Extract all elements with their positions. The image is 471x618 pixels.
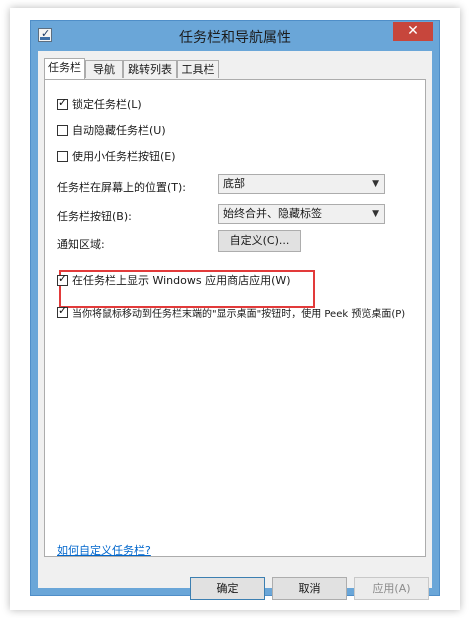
peek-checkbox[interactable]: ✓ 当你将鼠标移动到任务栏末端的"显示桌面"按钮时，使用 Peek 预览桌面(P…: [57, 304, 405, 320]
checkbox-box[interactable]: ✓: [57, 272, 68, 286]
tab-navigation[interactable]: 导航: [85, 60, 123, 78]
checkbox-box[interactable]: [57, 150, 68, 162]
checkbox-box[interactable]: ✓: [57, 96, 68, 110]
tab-jump-lists[interactable]: 跳转列表: [123, 60, 177, 78]
dialog-client: 任务栏 导航 跳转列表 工具栏 ✓ 锁定任务栏(L) 自动隐藏任务栏(U) 使用…: [38, 51, 432, 600]
autohide-label: 自动隐藏任务栏(U): [72, 124, 166, 137]
position-select[interactable]: 底部 ▼: [218, 174, 385, 194]
position-label: 任务栏在屏幕上的位置(T):: [57, 181, 187, 194]
lock-taskbar-checkbox[interactable]: ✓ 锁定任务栏(L): [57, 96, 142, 112]
notification-area-label: 通知区域:: [57, 238, 105, 251]
ok-button[interactable]: 确定: [190, 577, 265, 600]
lock-taskbar-label: 锁定任务栏(L): [72, 98, 142, 111]
help-link[interactable]: 如何自定义任务栏?: [57, 542, 151, 558]
close-button[interactable]: ✕: [393, 22, 433, 41]
small-buttons-checkbox[interactable]: 使用小任务栏按钮(E): [57, 148, 176, 164]
buttons-select[interactable]: 始终合并、隐藏标签 ▼: [218, 204, 385, 224]
buttons-label: 任务栏按钮(B):: [57, 210, 132, 223]
small-buttons-label: 使用小任务栏按钮(E): [72, 150, 176, 163]
customize-notifications-button[interactable]: 自定义(C)...: [218, 230, 301, 252]
chevron-down-icon: ▼: [372, 209, 379, 219]
tab-toolbars[interactable]: 工具栏: [177, 60, 219, 78]
taskbar-tab-panel: ✓ 锁定任务栏(L) 自动隐藏任务栏(U) 使用小任务栏按钮(E) 任务栏在屏幕…: [44, 79, 426, 557]
title-bar[interactable]: ✓ 任务栏和导航属性 ✕: [31, 21, 439, 51]
window-title: 任务栏和导航属性: [179, 30, 291, 46]
position-value: 底部: [223, 177, 245, 190]
dialog-window: ✓ 任务栏和导航属性 ✕ 任务栏 导航 跳转列表 工具栏 ✓ 锁定任务栏(L) …: [30, 20, 440, 600]
checkbox-box[interactable]: [57, 124, 68, 136]
cancel-button[interactable]: 取消: [272, 577, 347, 600]
store-apps-checkbox[interactable]: ✓ 在任务栏上显示 Windows 应用商店应用(W): [57, 272, 291, 288]
buttons-value: 始终合并、隐藏标签: [223, 207, 322, 220]
chevron-down-icon: ▼: [372, 179, 379, 189]
tab-taskbar[interactable]: 任务栏: [44, 58, 85, 79]
apply-button[interactable]: 应用(A): [354, 577, 429, 600]
store-apps-label: 在任务栏上显示 Windows 应用商店应用(W): [72, 274, 291, 287]
autohide-checkbox[interactable]: 自动隐藏任务栏(U): [57, 122, 166, 138]
peek-label: 当你将鼠标移动到任务栏末端的"显示桌面"按钮时，使用 Peek 预览桌面(P): [72, 308, 406, 320]
checkbox-box[interactable]: ✓: [57, 304, 68, 318]
